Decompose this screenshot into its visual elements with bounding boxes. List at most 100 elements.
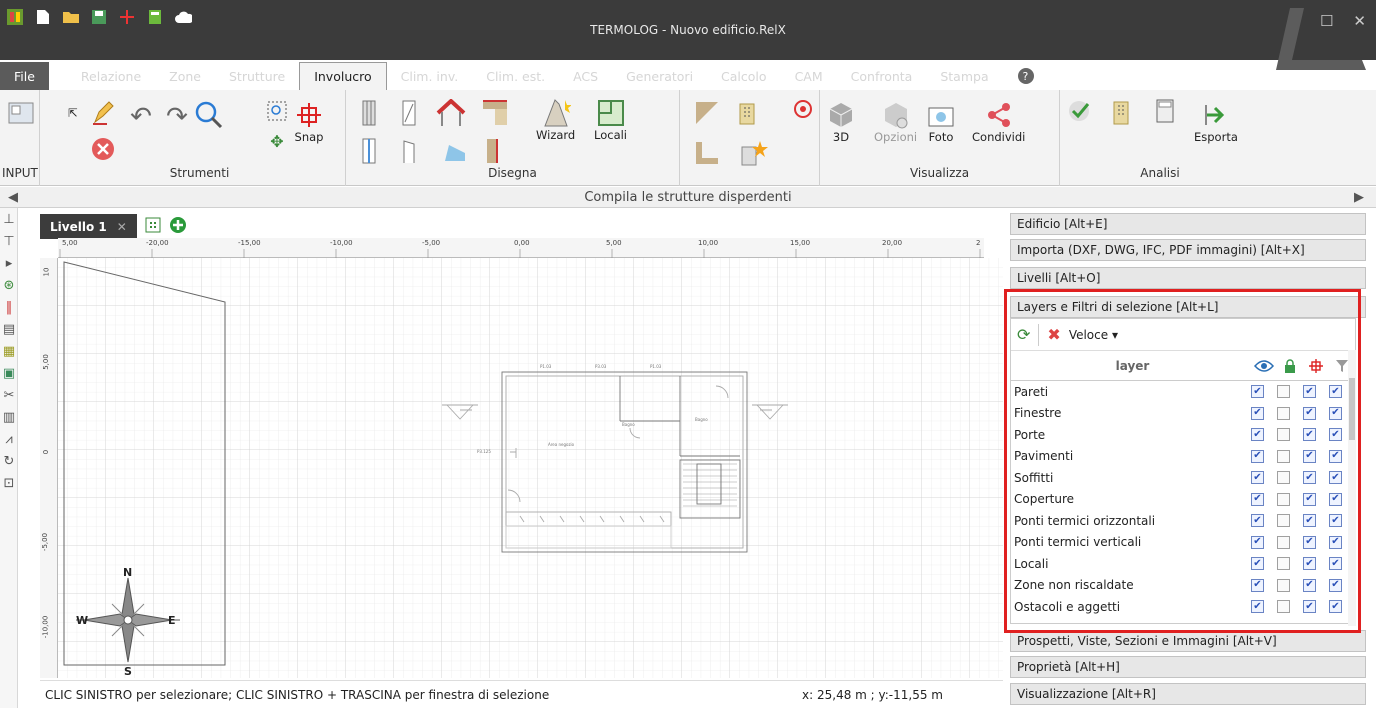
locked-checkbox[interactable] xyxy=(1277,406,1290,420)
cut-icon[interactable]: ✂ xyxy=(0,384,18,406)
snap-checkbox[interactable]: ✔ xyxy=(1303,406,1316,420)
visible-checkbox[interactable]: ✔ xyxy=(1251,492,1264,506)
add-level-icon[interactable] xyxy=(169,216,187,237)
roof-tool-icon[interactable] xyxy=(436,98,466,128)
slab-shape-icon[interactable] xyxy=(692,98,722,128)
calculator-analysis-icon[interactable] xyxy=(1150,96,1180,126)
align-icon[interactable]: ‖ xyxy=(0,296,18,318)
symmetry-icon[interactable]: ⩘ xyxy=(0,428,18,450)
locked-checkbox[interactable] xyxy=(1277,578,1290,592)
locked-checkbox[interactable] xyxy=(1277,535,1290,549)
snap-checkbox[interactable]: ✔ xyxy=(1303,514,1316,528)
layer-row[interactable]: Porte ✔ ✔ ✔ xyxy=(1011,424,1355,446)
filter-checkbox[interactable]: ✔ xyxy=(1329,514,1342,528)
menu-clim-inv[interactable]: Clim. inv. xyxy=(387,62,473,90)
wizard-button[interactable]: Wizard xyxy=(536,98,575,142)
thermal-bridge-vert-icon[interactable] xyxy=(480,136,510,166)
pan-icon[interactable]: ✥ xyxy=(262,126,292,156)
panel-livelli[interactable]: Livelli [Alt+O] xyxy=(1010,267,1366,289)
panel-prospetti[interactable]: Prospetti, Viste, Sezioni e Immagini [Al… xyxy=(1010,630,1366,652)
snap-checkbox[interactable]: ✔ xyxy=(1303,578,1316,592)
wall-tool-icon[interactable] xyxy=(354,98,384,128)
layer-row[interactable]: Finestre ✔ ✔ ✔ xyxy=(1011,403,1355,425)
filter-checkbox[interactable]: ✔ xyxy=(1329,449,1342,463)
calc-star-icon[interactable] xyxy=(738,138,768,168)
visible-checkbox[interactable]: ✔ xyxy=(1251,535,1264,549)
snap-checkbox[interactable]: ✔ xyxy=(1303,385,1316,399)
locali-button[interactable]: Locali xyxy=(594,98,627,142)
visible-checkbox[interactable]: ✔ xyxy=(1251,385,1264,399)
opzioni-button[interactable]: Opzioni xyxy=(874,100,917,144)
rotate-icon[interactable]: ↻ xyxy=(0,450,18,472)
locked-checkbox[interactable] xyxy=(1277,385,1290,399)
layer-row[interactable]: Zone non riscaldate ✔ ✔ ✔ xyxy=(1011,575,1355,597)
layer-row[interactable]: Pavimenti ✔ ✔ ✔ xyxy=(1011,446,1355,468)
snap-checkbox[interactable]: ✔ xyxy=(1303,492,1316,506)
input-button[interactable] xyxy=(6,98,36,128)
menu-clim-est[interactable]: Clim. est. xyxy=(472,62,559,90)
layer-row[interactable]: Soffitti ✔ ✔ ✔ xyxy=(1011,467,1355,489)
save-level-icon[interactable]: ▣ xyxy=(0,362,18,384)
snap-button[interactable]: Snap xyxy=(294,100,324,144)
layers-scrollbar[interactable] xyxy=(1348,350,1356,626)
panel-proprieta[interactable]: Proprietà [Alt+H] xyxy=(1010,656,1366,678)
window-tool-icon[interactable] xyxy=(394,98,424,128)
menu-involucro[interactable]: Involucro xyxy=(299,62,387,90)
locked-checkbox[interactable] xyxy=(1277,600,1290,614)
grid-icon[interactable]: ▦ xyxy=(0,340,18,362)
delete-filter-icon[interactable]: ✖ xyxy=(1047,325,1060,344)
locked-checkbox[interactable] xyxy=(1277,514,1290,528)
filter-checkbox[interactable]: ✔ xyxy=(1329,385,1342,399)
thermal-bridge-icon[interactable] xyxy=(480,98,510,128)
refresh-icon[interactable]: ⟳ xyxy=(1017,325,1030,344)
building-analysis-icon[interactable] xyxy=(1108,98,1138,128)
menu-zone[interactable]: Zone xyxy=(155,62,215,90)
tab-livello-1[interactable]: Livello 1 ✕ xyxy=(40,214,137,239)
scroll-thumb[interactable] xyxy=(1349,378,1355,440)
compass-tool-icon[interactable]: ⊛ xyxy=(0,274,18,296)
delete-icon[interactable] xyxy=(88,134,118,164)
visible-checkbox[interactable]: ✔ xyxy=(1251,514,1264,528)
drawing-canvas[interactable]: P1.03 P3.03 P1.03 P3.125 Area negozio Ba… xyxy=(40,210,1003,708)
tab-close-icon[interactable]: ✕ xyxy=(117,220,127,234)
visible-checkbox[interactable]: ✔ xyxy=(1251,406,1264,420)
redo-icon[interactable]: ↷ xyxy=(162,102,192,132)
layer-row[interactable]: Ostacoli e aggetti ✔ ✔ ✔ xyxy=(1011,596,1355,618)
locked-checkbox[interactable] xyxy=(1277,492,1290,506)
filter-checkbox[interactable]: ✔ xyxy=(1329,406,1342,420)
level-grid-icon[interactable] xyxy=(145,217,161,236)
snap-checkbox[interactable]: ✔ xyxy=(1303,600,1316,614)
menu-acs[interactable]: ACS xyxy=(559,62,612,90)
visible-checkbox[interactable]: ✔ xyxy=(1251,471,1264,485)
check-icon[interactable] xyxy=(1066,98,1096,128)
panel-layers[interactable]: Layers e Filtri di selezione [Alt+L] xyxy=(1010,296,1366,318)
layer-row[interactable]: Ponti termici verticali ✔ ✔ ✔ xyxy=(1011,532,1355,554)
filter-checkbox[interactable]: ✔ xyxy=(1329,600,1342,614)
esporta-button[interactable]: Esporta xyxy=(1194,100,1238,144)
menu-calcolo[interactable]: Calcolo xyxy=(707,62,781,90)
menu-confronta[interactable]: Confronta xyxy=(837,62,927,90)
layer-row[interactable]: Locali ✔ ✔ ✔ xyxy=(1011,553,1355,575)
copy-level-icon[interactable]: ▤ xyxy=(0,318,18,340)
snap-checkbox[interactable]: ✔ xyxy=(1303,535,1316,549)
paste-icon[interactable]: ▥ xyxy=(0,406,18,428)
3d-button[interactable]: 3D xyxy=(826,100,856,144)
veloce-dropdown[interactable]: Veloce ▾ xyxy=(1069,328,1118,342)
filter-checkbox[interactable]: ✔ xyxy=(1329,557,1342,571)
menu-stampa[interactable]: Stampa xyxy=(926,62,1002,90)
visible-checkbox[interactable]: ✔ xyxy=(1251,600,1264,614)
visible-checkbox[interactable]: ✔ xyxy=(1251,578,1264,592)
door-tool-icon[interactable] xyxy=(394,136,424,166)
visible-checkbox[interactable]: ✔ xyxy=(1251,449,1264,463)
layer-row[interactable]: Pareti ✔ ✔ ✔ xyxy=(1011,381,1355,403)
menu-strutture[interactable]: Strutture xyxy=(215,62,299,90)
panel-edificio[interactable]: Edificio [Alt+E] xyxy=(1010,213,1366,235)
snap-checkbox[interactable]: ✔ xyxy=(1303,449,1316,463)
menu-generatori[interactable]: Generatori xyxy=(612,62,707,90)
locked-checkbox[interactable] xyxy=(1277,449,1290,463)
filter-checkbox[interactable]: ✔ xyxy=(1329,578,1342,592)
visible-checkbox[interactable]: ✔ xyxy=(1251,428,1264,442)
left-arrow-icon[interactable]: ◀ xyxy=(8,187,18,208)
filter-checkbox[interactable]: ✔ xyxy=(1329,428,1342,442)
menu-relazione[interactable]: Relazione xyxy=(67,62,155,90)
